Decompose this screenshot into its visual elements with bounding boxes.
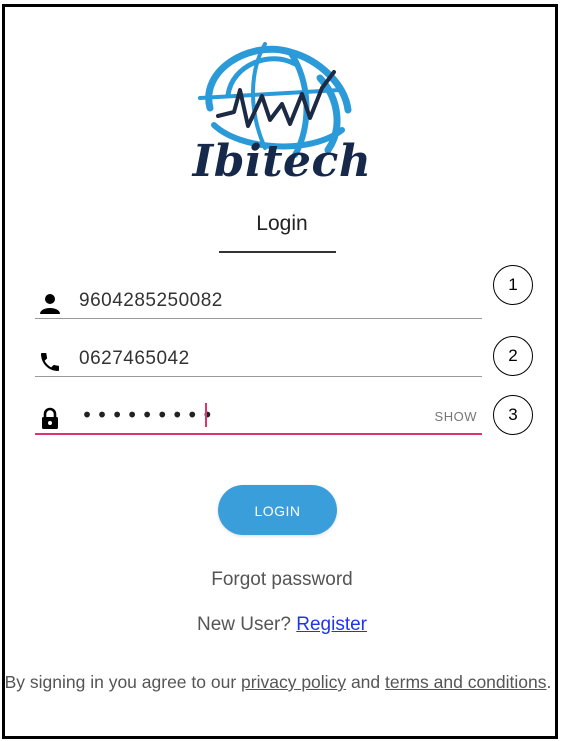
- marker-2: 2: [493, 336, 533, 376]
- show-password-toggle[interactable]: SHOW: [435, 409, 477, 424]
- brand-name: Ibitech: [192, 136, 372, 187]
- text-cursor: [205, 403, 207, 427]
- terms-prefix: By signing in you agree to our: [4, 672, 237, 692]
- password-value: •••••••••: [81, 403, 217, 427]
- marker-1: 1: [493, 265, 533, 305]
- terms-suffix: .: [546, 672, 552, 692]
- phone-field[interactable]: 0627465042: [35, 336, 482, 377]
- marker-3: 3: [493, 395, 533, 435]
- terms-conditions-link[interactable]: terms and conditions: [385, 672, 546, 692]
- password-field[interactable]: ••••••••• SHOW: [35, 393, 482, 435]
- login-title: Login: [256, 212, 308, 235]
- register-link[interactable]: Register: [296, 614, 367, 635]
- id-number-value: 9604285250082: [79, 290, 223, 311]
- new-user-text: New User?: [196, 614, 291, 635]
- phone-icon: [41, 353, 59, 371]
- new-user-line: New User? Register: [0, 614, 564, 636]
- title-underline: [219, 251, 336, 253]
- terms-notice: By signing in you agree to our privacy p…: [4, 671, 552, 693]
- forgot-password-link[interactable]: Forgot password: [0, 569, 564, 591]
- id-number-field[interactable]: 9604285250082: [35, 278, 482, 319]
- phone-value: 0627465042: [79, 348, 190, 369]
- person-icon: [40, 294, 60, 314]
- login-button[interactable]: LOGIN: [218, 485, 337, 535]
- privacy-policy-link[interactable]: privacy policy: [241, 672, 346, 692]
- terms-and: and: [350, 672, 381, 692]
- lock-icon: [42, 407, 58, 429]
